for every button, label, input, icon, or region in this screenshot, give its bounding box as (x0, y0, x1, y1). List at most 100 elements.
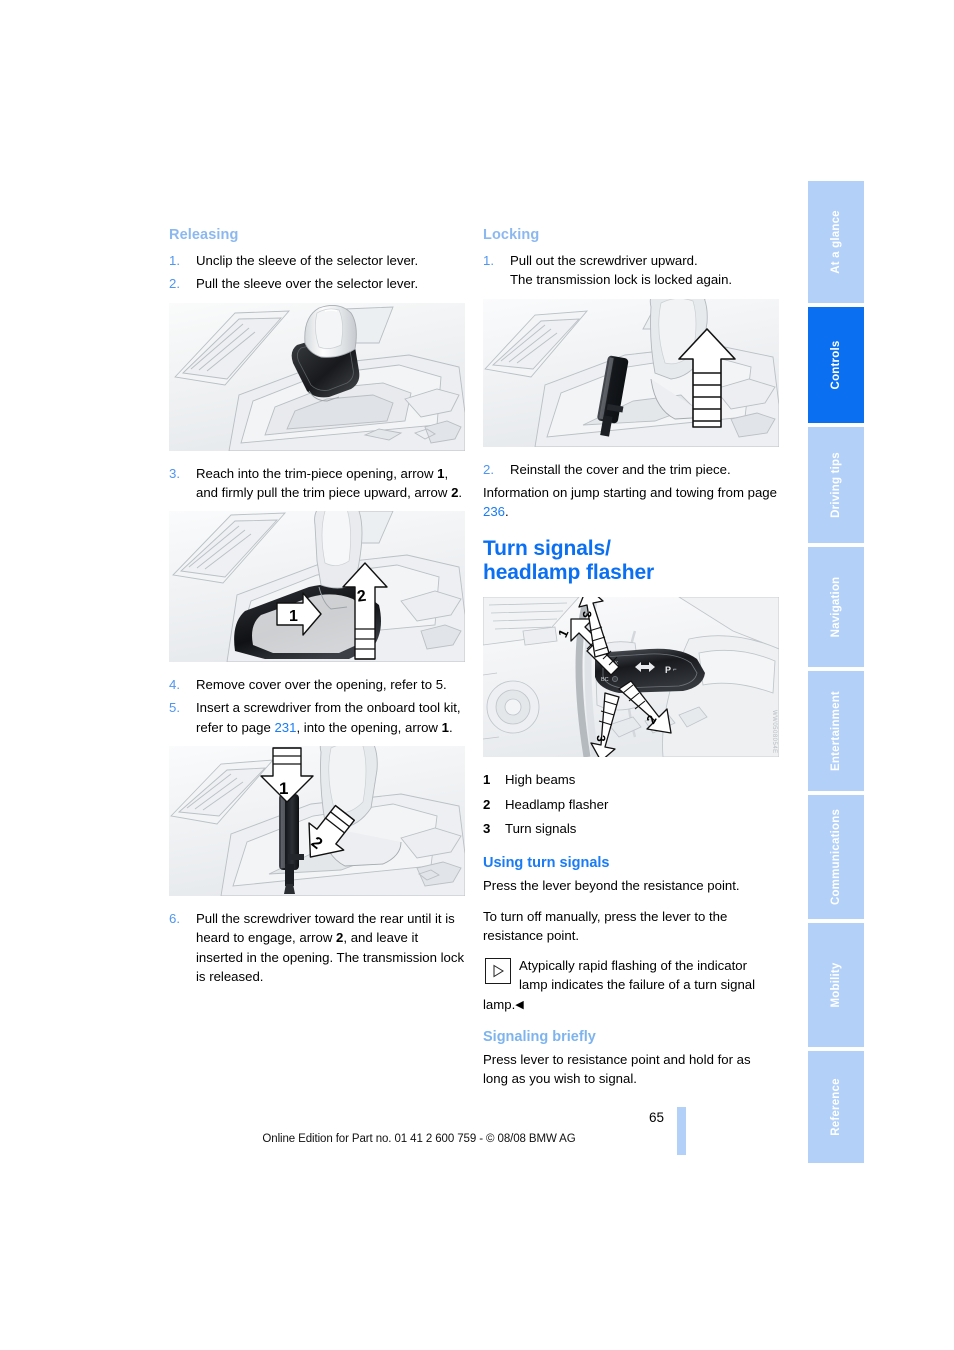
note-end-marker: ◀ (515, 998, 524, 1011)
figure-screwdriver-insert: 1 2 (169, 745, 465, 896)
legend-item: 3 Turn signals (483, 819, 779, 838)
tab-navigation[interactable]: Navigation (808, 547, 864, 667)
tab-label: Communications (830, 808, 842, 906)
console-illustration (169, 302, 465, 451)
step-number: 2. (483, 461, 494, 477)
figure-selector-lever-sleeve (169, 302, 465, 451)
info-text-part: Information on jump starting and towing … (483, 484, 777, 500)
svg-text:3: 3 (594, 735, 608, 742)
tab-communications[interactable]: Communications (808, 795, 864, 919)
signaling-briefly-heading: Signaling briefly (483, 1029, 596, 1045)
tab-label: At a glance (830, 210, 842, 274)
step-number: 2. (169, 276, 180, 292)
legend-item: 1 High beams (483, 770, 779, 789)
screwdriver-illustration: 1 2 (169, 745, 465, 896)
footer-accent-bar (677, 1107, 686, 1155)
chapter-tabs: At a glance Controls Driving tips Naviga… (808, 181, 864, 1163)
step-item: 3. Reach into the trim-piece opening, ar… (169, 464, 465, 503)
page-reference-link[interactable]: 231 (274, 720, 296, 735)
figure-code: WW0508054E (771, 709, 777, 754)
locking-step2: 2. Reinstall the cover and the trim piec… (483, 460, 779, 479)
section-title-line1: Turn signals/ (483, 537, 611, 561)
legend-number: 3 (483, 821, 491, 837)
step-number: 3. (169, 465, 180, 481)
turn-signal-legend: 1 High beams 2 Headlamp flasher 3 Turn s… (483, 770, 779, 838)
step-number: 6. (169, 910, 180, 926)
manual-page: Releasing 1. Unclip the sleeve of the se… (0, 0, 954, 1350)
step-text: Pull the sleeve over the selector lever. (196, 276, 419, 292)
tab-label: Entertainment (830, 691, 842, 771)
legend-number: 1 (483, 772, 491, 788)
figure-turn-signal-lever: P ⌐ CHECK BC (483, 597, 779, 758)
pull-screwdriver-illustration (483, 298, 779, 447)
locking-heading: Locking (483, 227, 540, 243)
tab-label: Driving tips (830, 452, 842, 518)
step-number: 1. (169, 253, 180, 269)
step-text-part: . (458, 484, 463, 500)
jump-start-info: Information on jump starting and towing … (483, 483, 779, 522)
svg-text:1: 1 (289, 608, 298, 625)
section-title-turn-signals: Turn signals/ headlamp flasher (483, 537, 779, 584)
locking-steps: 1. Pull out the screwdriver upward. The … (483, 251, 779, 290)
note-block: Atypically rapid flashing of the indicat… (483, 956, 779, 1014)
svg-text:⌐: ⌐ (673, 667, 677, 673)
tab-label: Controls (830, 340, 842, 390)
footer-edition-text: Online Edition for Part no. 01 41 2 600 … (262, 1133, 576, 1145)
tab-label: Mobility (830, 962, 842, 1008)
tab-reference[interactable]: Reference (808, 1051, 864, 1163)
tab-at-a-glance[interactable]: At a glance (808, 181, 864, 303)
tab-entertainment[interactable]: Entertainment (808, 671, 864, 791)
svg-text:P: P (665, 665, 671, 675)
using-para-2: To turn off manually, press the lever to… (483, 908, 728, 943)
step-number: 4. (169, 677, 180, 693)
step-text-part: , into the opening, arrow (296, 719, 442, 735)
step-item: 2. Reinstall the cover and the trim piec… (483, 460, 779, 479)
step-item: 4. Remove cover over the opening, refer … (169, 675, 465, 694)
step-text: Pull out the screwdriver upward. (510, 253, 698, 269)
legend-number: 2 (483, 796, 491, 812)
legend-label: Headlamp flasher (505, 796, 609, 812)
step-text: The transmission lock is locked again. (510, 272, 733, 288)
figure-trim-piece-arrows: 1 2 (169, 511, 465, 663)
step-text: Unclip the sleeve of the selector lever. (196, 253, 419, 269)
page-reference-link[interactable]: 236 (483, 504, 505, 519)
tab-driving-tips[interactable]: Driving tips (808, 427, 864, 543)
section-title-line2: headlamp flasher (483, 560, 655, 584)
trim-piece-illustration: 1 2 (169, 511, 465, 663)
tab-label: Navigation (830, 576, 842, 638)
step-item: 2. Pull the sleeve over the selector lev… (169, 274, 465, 293)
left-column: Releasing 1. Unclip the sleeve of the se… (169, 226, 465, 990)
arrow-ref: 1 (437, 465, 445, 481)
arrow-ref: 1 (441, 719, 449, 735)
page-number: 65 (648, 1110, 664, 1125)
releasing-steps: 1. Unclip the sleeve of the selector lev… (169, 251, 465, 294)
legend-label: Turn signals (505, 821, 577, 837)
info-text-part: . (505, 504, 509, 520)
using-turn-signals-heading: Using turn signals (483, 855, 610, 872)
step-item: 6. Pull the screwdriver toward the rear … (169, 909, 465, 986)
step-item: 5. Insert a screwdriver from the onboard… (169, 698, 465, 737)
step-text: Remove cover over the opening, refer to … (196, 677, 447, 693)
step-text-part: Reach into the trim-piece opening, arrow (196, 465, 438, 481)
legend-label: High beams (505, 772, 576, 788)
tab-controls[interactable]: Controls (808, 307, 864, 423)
note-triangle-icon (485, 958, 511, 985)
tab-label: Reference (830, 1078, 842, 1136)
signaling-para: Press lever to resistance point and hold… (483, 1052, 751, 1087)
step-text-part: . (448, 719, 453, 735)
step-number: 5. (169, 700, 180, 716)
legend-item: 2 Headlamp flasher (483, 795, 779, 814)
step-text: Reinstall the cover and the trim piece. (510, 461, 731, 477)
releasing-heading: Releasing (169, 227, 239, 243)
figure-pull-screwdriver (483, 298, 779, 447)
step-item: 1. Pull out the screwdriver upward. The … (483, 251, 779, 290)
step3-list: 3. Reach into the trim-piece opening, ar… (169, 464, 465, 503)
step6-list: 6. Pull the screwdriver toward the rear … (169, 909, 465, 986)
steps-4-5: 4. Remove cover over the opening, refer … (169, 675, 465, 737)
step-item: 1. Unclip the sleeve of the selector lev… (169, 251, 465, 270)
svg-text:BC: BC (601, 677, 609, 683)
using-para-1: Press the lever beyond the resistance po… (483, 878, 740, 894)
svg-text:1: 1 (279, 779, 288, 798)
tab-mobility[interactable]: Mobility (808, 923, 864, 1047)
turn-signal-lever-illustration: P ⌐ CHECK BC (483, 597, 779, 758)
